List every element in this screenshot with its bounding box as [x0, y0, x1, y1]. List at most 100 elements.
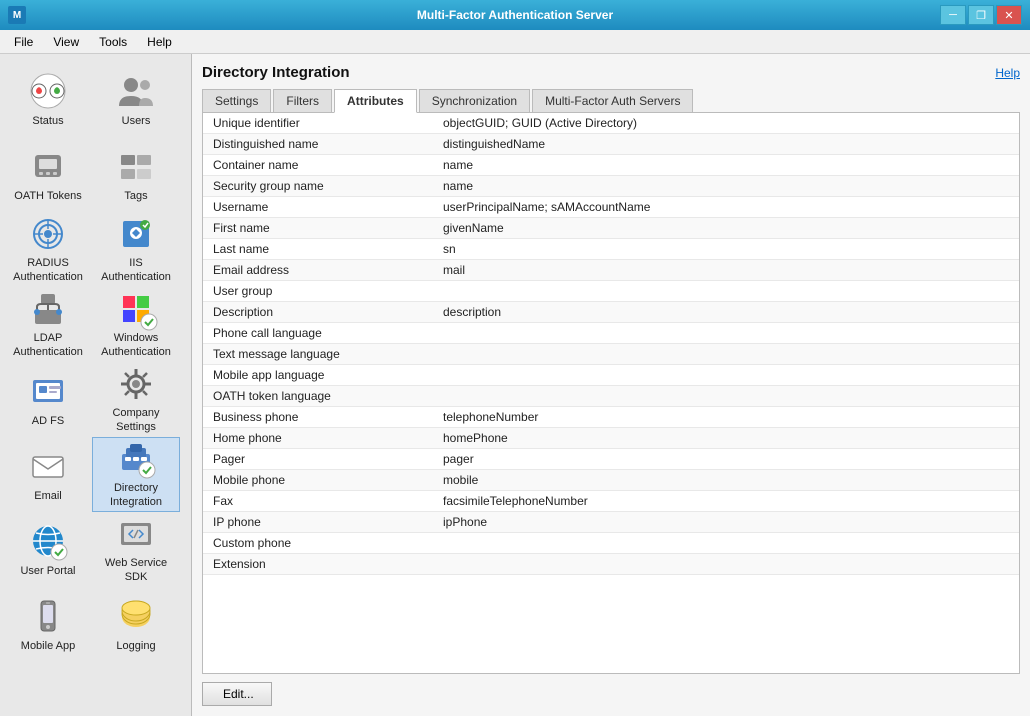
attr-value: pager	[443, 452, 474, 466]
table-row: Container namename	[203, 155, 1019, 176]
sidebar-item-company-settings[interactable]: Company Settings	[92, 362, 180, 437]
menu-help[interactable]: Help	[137, 33, 182, 51]
attr-name: Mobile app language	[213, 368, 443, 382]
sidebar-item-directory-integration[interactable]: Directory Integration	[92, 437, 180, 512]
menu-tools[interactable]: Tools	[89, 33, 137, 51]
attr-name: Last name	[213, 242, 443, 256]
menu-view[interactable]: View	[43, 33, 89, 51]
attributes-table: Unique identifierobjectGUID; GUID (Activ…	[203, 113, 1019, 575]
attr-name: Text message language	[213, 347, 443, 361]
tab-multifactor-auth-servers[interactable]: Multi-Factor Auth Servers	[532, 89, 693, 113]
sidebar-item-users[interactable]: Users	[92, 62, 180, 137]
table-row: UsernameuserPrincipalName; sAMAccountNam…	[203, 197, 1019, 218]
table-row: Descriptiondescription	[203, 302, 1019, 323]
attr-name: Description	[213, 305, 443, 319]
close-button[interactable]: ✕	[996, 5, 1022, 25]
user-portal-icon	[28, 521, 68, 561]
table-row: Mobile app language	[203, 365, 1019, 386]
sidebar-ldap-label: LDAP Authentication	[9, 332, 87, 358]
table-row: Text message language	[203, 344, 1019, 365]
table-row: Extension	[203, 554, 1019, 575]
adfs-icon	[28, 371, 68, 411]
sidebar-item-mobile-app[interactable]: Mobile App	[4, 587, 92, 662]
attr-value: userPrincipalName; sAMAccountName	[443, 200, 650, 214]
content-area: Directory Integration Help Settings Filt…	[192, 54, 1030, 716]
web-service-sdk-icon	[116, 515, 156, 553]
sidebar-item-tags[interactable]: Tags	[92, 137, 180, 212]
sidebar-email-label: Email	[34, 490, 62, 503]
app-icon: M	[8, 6, 26, 24]
edit-button[interactable]: Edit...	[202, 682, 272, 706]
table-row: Mobile phonemobile	[203, 470, 1019, 491]
sidebar-status-label: Status	[32, 115, 63, 128]
sidebar-portal-label: User Portal	[20, 565, 75, 578]
main-container: Status Users	[0, 54, 1030, 716]
menubar: File View Tools Help	[0, 30, 1030, 54]
oath-icon	[28, 146, 68, 186]
attr-name: Extension	[213, 557, 443, 571]
company-settings-icon	[116, 365, 156, 403]
sidebar-company-settings-label: Company Settings	[97, 407, 175, 433]
attr-value: homePhone	[443, 431, 508, 445]
table-row: Phone call language	[203, 323, 1019, 344]
sidebar-item-windows-auth[interactable]: Windows Authentication	[92, 287, 180, 362]
sidebar-item-iis[interactable]: IIS Authentication	[92, 212, 180, 287]
ldap-icon	[28, 290, 68, 328]
titlebar: M Multi-Factor Authentication Server ─ ❐…	[0, 0, 1030, 30]
tab-attributes[interactable]: Attributes	[334, 89, 417, 113]
attr-value: mobile	[443, 473, 478, 487]
sidebar-item-status[interactable]: Status	[4, 62, 92, 137]
attr-value: facsimileTelephoneNumber	[443, 494, 588, 508]
attr-name: Home phone	[213, 431, 443, 445]
menu-file[interactable]: File	[4, 33, 43, 51]
attr-name: Mobile phone	[213, 473, 443, 487]
table-row: First namegivenName	[203, 218, 1019, 239]
attr-value: name	[443, 158, 473, 172]
help-link[interactable]: Help	[995, 66, 1020, 80]
attr-name: Email address	[213, 263, 443, 277]
content-header: Directory Integration Help	[202, 64, 1020, 81]
attr-value: telephoneNumber	[443, 410, 538, 424]
sidebar-item-adfs[interactable]: AD FS	[4, 362, 92, 437]
sidebar: Status Users	[0, 54, 192, 716]
logging-icon	[116, 596, 156, 636]
sidebar-item-oath-tokens[interactable]: OATH Tokens	[4, 137, 92, 212]
attr-name: Container name	[213, 158, 443, 172]
titlebar-left: M	[8, 6, 26, 24]
tab-settings[interactable]: Settings	[202, 89, 271, 113]
directory-integration-icon	[116, 440, 156, 478]
titlebar-title: Multi-Factor Authentication Server	[0, 8, 1030, 22]
attributes-panel: Unique identifierobjectGUID; GUID (Activ…	[202, 112, 1020, 674]
attr-value: objectGUID; GUID (Active Directory)	[443, 116, 637, 130]
attr-value: description	[443, 305, 501, 319]
sidebar-item-radius[interactable]: RADIUS Authentication	[4, 212, 92, 287]
attr-value: distinguishedName	[443, 137, 545, 151]
sidebar-users-label: Users	[122, 115, 151, 128]
sidebar-radius-label: RADIUS Authentication	[9, 257, 87, 283]
sidebar-windows-auth-label: Windows Authentication	[97, 332, 175, 358]
sidebar-item-ldap[interactable]: LDAP Authentication	[4, 287, 92, 362]
table-row: Home phonehomePhone	[203, 428, 1019, 449]
table-row: IP phoneipPhone	[203, 512, 1019, 533]
users-icon	[116, 71, 156, 111]
sidebar-item-logging[interactable]: Logging	[92, 587, 180, 662]
attr-value: ipPhone	[443, 515, 487, 529]
sidebar-mobile-label: Mobile App	[21, 640, 75, 653]
table-row: OATH token language	[203, 386, 1019, 407]
attr-name: Username	[213, 200, 443, 214]
page-title: Directory Integration	[202, 64, 350, 81]
sidebar-item-user-portal[interactable]: User Portal	[4, 512, 92, 587]
windows-auth-icon	[116, 290, 156, 328]
sidebar-item-web-service-sdk[interactable]: Web Service SDK	[92, 512, 180, 587]
sidebar-item-email[interactable]: Email	[4, 437, 92, 512]
minimize-button[interactable]: ─	[940, 5, 966, 25]
tab-filters[interactable]: Filters	[273, 89, 332, 113]
tab-synchronization[interactable]: Synchronization	[419, 89, 530, 113]
table-row: Custom phone	[203, 533, 1019, 554]
restore-button[interactable]: ❐	[968, 5, 994, 25]
attr-name: Phone call language	[213, 326, 443, 340]
tags-icon	[116, 146, 156, 186]
table-row: Pagerpager	[203, 449, 1019, 470]
radius-icon	[28, 215, 68, 253]
attr-name: Custom phone	[213, 536, 443, 550]
